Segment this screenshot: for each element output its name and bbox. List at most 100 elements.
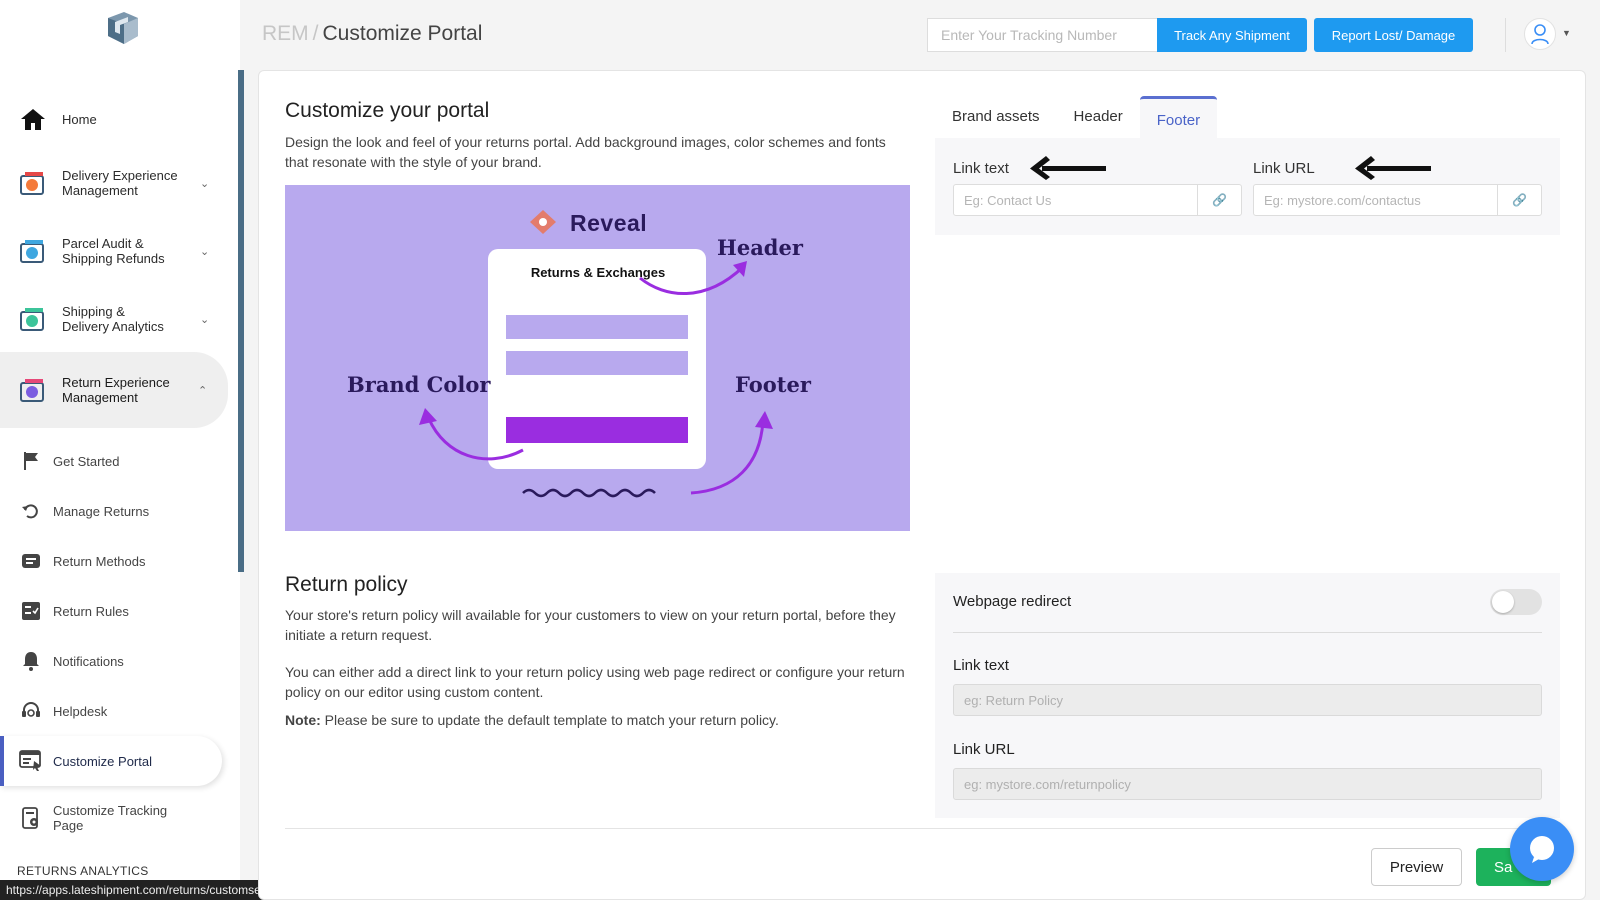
sidebar-subitem-return-methods[interactable]: Return Methods xyxy=(0,536,222,586)
webpage-redirect-toggle[interactable] xyxy=(1490,589,1542,615)
reveal-logo-icon xyxy=(530,210,556,234)
sidebar-subitem-helpdesk[interactable]: Helpdesk xyxy=(0,686,222,736)
sidebar-subitem-notifications[interactable]: Notifications xyxy=(0,636,222,686)
flag-icon xyxy=(19,451,43,471)
tab-header[interactable]: Header xyxy=(1057,96,1140,138)
tracking-number-input[interactable] xyxy=(927,18,1157,52)
bell-icon xyxy=(19,651,43,671)
user-icon xyxy=(1531,24,1549,45)
footer-link-url-input[interactable] xyxy=(1254,185,1497,215)
link-icon: 🔗 xyxy=(1497,185,1541,215)
arrow-left-icon xyxy=(1355,156,1431,180)
topbar-divider xyxy=(1505,18,1506,52)
headset-icon xyxy=(19,701,43,721)
chevron-down-icon: ⌄ xyxy=(200,177,210,190)
sidebar-subitem-label: Manage Returns xyxy=(53,503,150,519)
link-icon: 🔗 xyxy=(1197,185,1241,215)
sidebar-subitem-label: Notifications xyxy=(53,653,124,669)
home-icon xyxy=(18,105,48,133)
sidebar-subitem-label: Customize Portal xyxy=(53,753,152,769)
sidebar-item-shipping-analytics[interactable]: Shipping & Delivery Analytics ⌄ xyxy=(0,299,230,339)
chevron-up-icon: ⌃ xyxy=(198,384,208,397)
sidebar-subitem-manage-returns[interactable]: Manage Returns xyxy=(0,486,222,536)
illustration-card-title: Returns & Exchanges xyxy=(530,265,666,280)
sidebar-scrollbar[interactable] xyxy=(238,70,244,572)
sidebar-subitem-label: Customize Tracking Page xyxy=(53,803,168,833)
breadcrumb-root[interactable]: REM xyxy=(262,22,309,45)
tab-footer[interactable]: Footer xyxy=(1139,96,1218,138)
note-label: Note: xyxy=(285,712,321,728)
breadcrumb-separator: / xyxy=(312,22,319,45)
webpage-redirect-label: Webpage redirect xyxy=(953,593,1072,610)
sidebar-item-home[interactable]: Home xyxy=(0,100,230,138)
user-avatar[interactable] xyxy=(1524,18,1556,50)
methods-icon xyxy=(19,552,43,570)
return-policy-title: Return policy xyxy=(285,573,408,596)
sidebar-subitem-get-started[interactable]: Get Started xyxy=(0,436,222,486)
footer-link-text-group: 🔗 xyxy=(953,184,1242,216)
policy-link-text-input[interactable] xyxy=(953,684,1542,716)
report-lost-damage-button[interactable]: Report Lost/ Damage xyxy=(1314,18,1473,52)
footer-link-url-group: 🔗 xyxy=(1253,184,1542,216)
return-policy-paragraph-2: You can either add a direct link to your… xyxy=(285,664,905,700)
sidebar-subitem-return-rules[interactable]: Return Rules xyxy=(0,586,222,636)
footer-divider xyxy=(285,828,1560,829)
sidebar-subitem-label: Get Started xyxy=(53,453,120,469)
sidebar-item-label: Delivery Experience Management xyxy=(62,168,178,198)
sidebar-item-label: Shipping & Delivery Analytics xyxy=(62,304,164,334)
illustration-footer-label: Footer xyxy=(735,372,811,397)
preview-button[interactable]: Preview xyxy=(1371,848,1462,886)
policy-link-text-label: Link text xyxy=(953,657,1009,674)
illustration-header-label: Header xyxy=(717,235,803,260)
sidebar-item-return-experience[interactable]: Return Experience Management ⌃ xyxy=(0,352,228,428)
customize-description: Design the look and feel of your returns… xyxy=(285,134,886,170)
breadcrumb: REM / Customize Portal xyxy=(262,22,482,46)
return-policy-paragraph-1: Your store's return policy will availabl… xyxy=(285,607,896,643)
policy-link-url-input[interactable] xyxy=(953,768,1542,800)
sidebar-item-label: Return Experience Management xyxy=(62,375,170,405)
arrow-left-icon xyxy=(1030,156,1106,180)
caret-down-icon[interactable]: ▼ xyxy=(1562,28,1571,38)
rules-icon xyxy=(19,601,43,621)
app-logo[interactable] xyxy=(100,8,144,48)
illustration-brand: Reveal xyxy=(570,210,648,236)
sidebar-subitem-label: Helpdesk xyxy=(53,703,108,719)
sidebar-item-label: Parcel Audit & Shipping Refunds xyxy=(62,236,165,266)
status-bar-url: https://apps.lateshipment.com/returns/cu… xyxy=(0,880,303,900)
sidebar-subitem-label: Return Methods xyxy=(53,553,146,569)
track-shipment-button[interactable]: Track Any Shipment xyxy=(1157,18,1307,52)
return-policy-note: Note: Please be sure to update the defau… xyxy=(285,711,905,731)
toggle-knob xyxy=(1492,591,1514,613)
portal-illustration: Reveal Returns & Exchanges Header Brand … xyxy=(285,185,910,531)
sidebar-subitem-customize-portal[interactable]: Customize Portal xyxy=(0,736,222,786)
illustration-brand-color-label: Brand Color xyxy=(347,372,491,397)
chevron-down-icon: ⌄ xyxy=(200,313,210,326)
shipping-analytics-icon xyxy=(18,305,48,333)
delivery-experience-icon xyxy=(18,169,48,197)
page-title: Customize Portal xyxy=(322,22,483,45)
chevron-down-icon: ⌄ xyxy=(200,245,210,258)
sidebar-subitem-label: Return Rules xyxy=(53,603,129,619)
portal-icon xyxy=(19,750,43,772)
top-bar: REM/Customize Portal Track Any Shipment … xyxy=(240,0,1600,70)
customize-title: Customize your portal xyxy=(285,99,490,122)
divider xyxy=(953,632,1542,633)
tracking-page-icon xyxy=(19,807,43,829)
undo-icon xyxy=(19,501,43,521)
return-experience-icon xyxy=(18,376,48,404)
footer-link-text-label: Link text xyxy=(953,160,1009,177)
tab-brand-assets[interactable]: Brand assets xyxy=(935,96,1057,138)
chat-widget-button[interactable] xyxy=(1510,817,1574,881)
footer-link-text-input[interactable] xyxy=(954,185,1197,215)
sidebar-item-delivery-experience[interactable]: Delivery Experience Management ⌄ xyxy=(0,163,230,203)
footer-link-url-label: Link URL xyxy=(1253,160,1315,177)
chat-icon xyxy=(1530,836,1554,863)
sidebar-subitem-customize-tracking[interactable]: Customize Tracking Page xyxy=(0,796,222,840)
policy-link-url-label: Link URL xyxy=(953,741,1015,758)
sidebar: Home Delivery Experience Management ⌄ Pa… xyxy=(0,0,244,900)
sidebar-item-parcel-audit[interactable]: Parcel Audit & Shipping Refunds ⌄ xyxy=(0,231,230,271)
section-label-returns-analytics: RETURNS ANALYTICS xyxy=(17,864,149,878)
note-text: Please be sure to update the default tem… xyxy=(320,712,779,728)
sidebar-item-label: Home xyxy=(62,111,97,127)
portal-tabs: Brand assets Header Footer xyxy=(935,96,1218,138)
